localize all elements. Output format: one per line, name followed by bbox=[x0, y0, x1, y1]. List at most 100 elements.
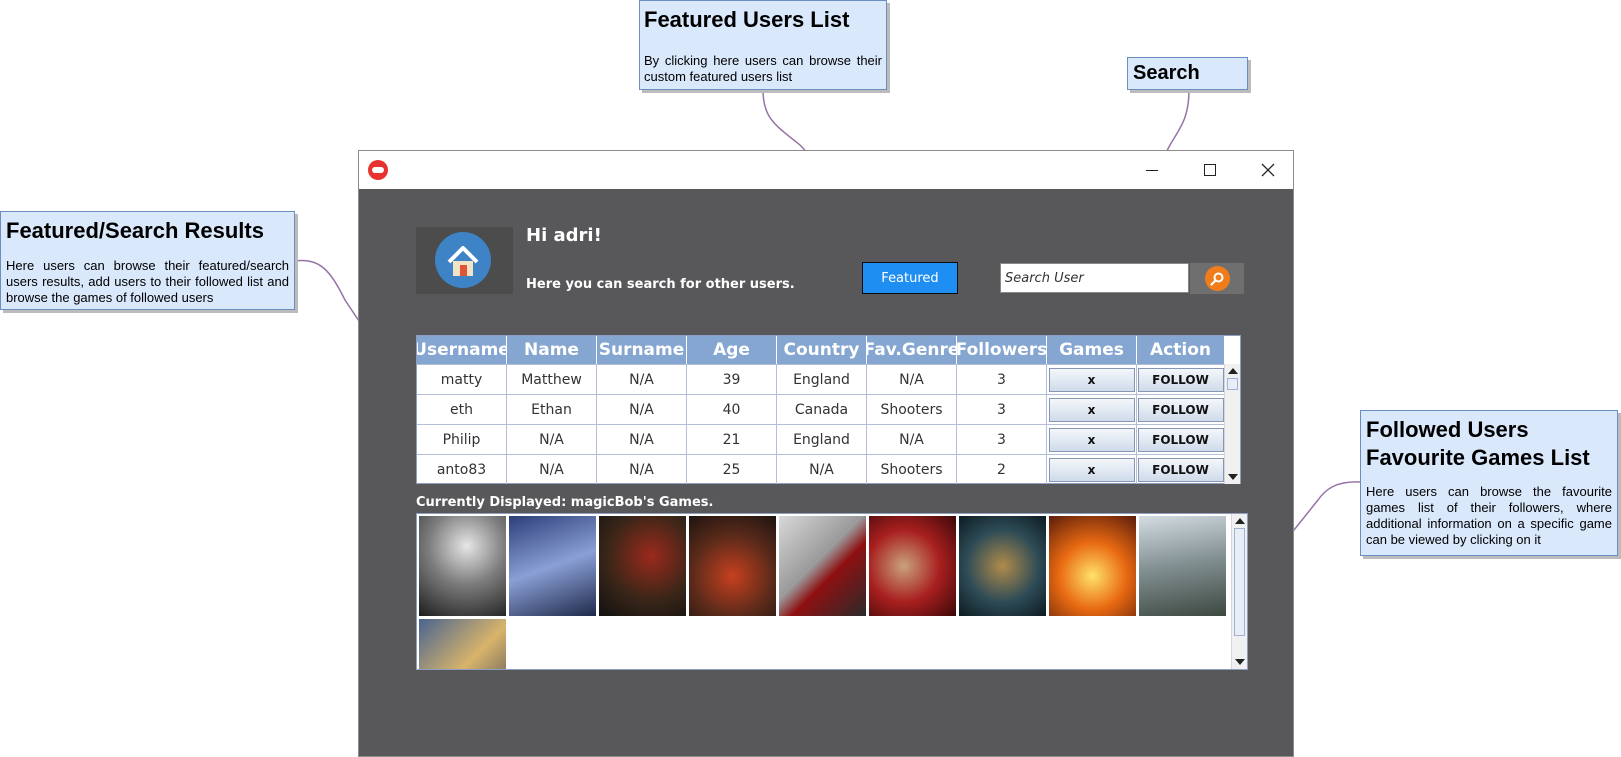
column-header[interactable]: Fav.Genre bbox=[867, 336, 957, 364]
cell-action: FOLLOW bbox=[1137, 455, 1225, 484]
cell-followers: 3 bbox=[957, 365, 1047, 394]
greeting-text: Hi adri! bbox=[526, 225, 602, 246]
cell-games: x bbox=[1047, 425, 1137, 454]
games-scroll-thumb[interactable] bbox=[1234, 528, 1245, 636]
cell-surname: N/A bbox=[597, 425, 687, 454]
cell-surname: N/A bbox=[597, 455, 687, 484]
minimize-button[interactable] bbox=[1127, 151, 1177, 189]
game-tile[interactable] bbox=[599, 516, 686, 616]
column-header[interactable]: Surname bbox=[597, 336, 687, 364]
cell-followers: 3 bbox=[957, 425, 1047, 454]
maximize-icon bbox=[1204, 164, 1216, 176]
column-header[interactable]: Action bbox=[1137, 336, 1225, 364]
title-bar[interactable] bbox=[359, 151, 1293, 189]
table-row[interactable]: matty Matthew N/A 39 England N/A 3 x FOL… bbox=[417, 364, 1240, 394]
cell-username: Philip bbox=[417, 425, 507, 454]
search-button[interactable] bbox=[1190, 263, 1244, 294]
cell-action: FOLLOW bbox=[1137, 395, 1225, 424]
callout-search-results: Featured/Search Results Here users can b… bbox=[0, 211, 295, 310]
users-table: Username Name Surname Age Country Fav.Ge… bbox=[416, 335, 1241, 484]
cell-followers: 3 bbox=[957, 395, 1047, 424]
close-icon bbox=[1261, 163, 1275, 177]
game-tile[interactable] bbox=[1139, 516, 1226, 616]
callout-search-box: Search Box bbox=[1127, 57, 1248, 90]
cell-surname: N/A bbox=[597, 365, 687, 394]
gamepad-icon bbox=[368, 160, 388, 180]
search-icon bbox=[1204, 266, 1230, 291]
follow-button[interactable]: FOLLOW bbox=[1137, 427, 1224, 452]
games-caption: Currently Displayed: magicBob's Games. bbox=[416, 495, 714, 510]
cell-country: Canada bbox=[777, 395, 867, 424]
games-scrollbar[interactable] bbox=[1231, 514, 1247, 669]
table-row[interactable]: Philip N/A N/A 21 England N/A 3 x FOLLOW bbox=[417, 424, 1240, 454]
column-header[interactable]: Country bbox=[777, 336, 867, 364]
column-header[interactable]: Age bbox=[687, 336, 777, 364]
cell-username: matty bbox=[417, 365, 507, 394]
callout-featured-users: Featured Users List By clicking here use… bbox=[639, 0, 887, 90]
cell-name: N/A bbox=[507, 455, 597, 484]
close-button[interactable] bbox=[1243, 151, 1293, 189]
callout-followed-title-1: Followed Users bbox=[1366, 417, 1529, 442]
home-icon bbox=[435, 232, 491, 288]
view-games-button[interactable]: x bbox=[1048, 427, 1135, 452]
cell-games: x bbox=[1047, 455, 1137, 484]
search-instructions: Here you can search for other users. bbox=[526, 277, 795, 292]
cell-action: FOLLOW bbox=[1137, 365, 1225, 394]
cell-country: N/A bbox=[777, 455, 867, 484]
game-tile[interactable] bbox=[419, 619, 506, 669]
cell-genre: N/A bbox=[867, 365, 957, 394]
game-tile[interactable] bbox=[1049, 516, 1136, 616]
maximize-button[interactable] bbox=[1185, 151, 1235, 189]
scroll-down-icon[interactable] bbox=[1228, 474, 1238, 480]
callout-followed-title-2: Favourite Games List bbox=[1366, 445, 1590, 470]
cell-genre: Shooters bbox=[867, 455, 957, 484]
column-header[interactable]: Followers bbox=[957, 336, 1047, 364]
column-header[interactable]: Games bbox=[1047, 336, 1137, 364]
scroll-up-icon[interactable] bbox=[1235, 518, 1245, 524]
cell-age: 21 bbox=[687, 425, 777, 454]
minimize-icon bbox=[1146, 169, 1158, 171]
view-games-button[interactable]: x bbox=[1048, 457, 1135, 482]
callout-search-title: Search Box bbox=[1133, 62, 1200, 89]
view-games-button[interactable]: x bbox=[1048, 367, 1135, 392]
scroll-up-icon[interactable] bbox=[1228, 368, 1238, 374]
game-tile[interactable] bbox=[419, 516, 506, 616]
search-input[interactable] bbox=[1000, 263, 1189, 293]
callout-followed-games: Followed Users Favourite Games List Here… bbox=[1360, 410, 1618, 556]
cell-age: 40 bbox=[687, 395, 777, 424]
cell-followers: 2 bbox=[957, 455, 1047, 484]
follow-button[interactable]: FOLLOW bbox=[1137, 397, 1224, 422]
callout-featured-body: By clicking here users can browse their … bbox=[644, 53, 882, 84]
cell-surname: N/A bbox=[597, 395, 687, 424]
cell-genre: N/A bbox=[867, 425, 957, 454]
follow-button[interactable]: FOLLOW bbox=[1137, 367, 1224, 392]
cell-games: x bbox=[1047, 395, 1137, 424]
view-games-button[interactable]: x bbox=[1048, 397, 1135, 422]
follow-button[interactable]: FOLLOW bbox=[1137, 457, 1224, 482]
table-scroll-thumb[interactable] bbox=[1227, 378, 1238, 390]
table-scrollbar[interactable] bbox=[1224, 364, 1240, 484]
cell-age: 39 bbox=[687, 365, 777, 394]
table-row[interactable]: eth Ethan N/A 40 Canada Shooters 3 x FOL… bbox=[417, 394, 1240, 424]
games-grid bbox=[416, 513, 1248, 670]
home-button[interactable] bbox=[416, 227, 513, 294]
game-tile[interactable] bbox=[869, 516, 956, 616]
game-tile[interactable] bbox=[689, 516, 776, 616]
game-tile[interactable] bbox=[779, 516, 866, 616]
table-row[interactable]: anto83 N/A N/A 25 N/A Shooters 2 x FOLLO… bbox=[417, 454, 1240, 484]
cell-username: anto83 bbox=[417, 455, 507, 484]
cell-action: FOLLOW bbox=[1137, 425, 1225, 454]
cell-country: England bbox=[777, 425, 867, 454]
column-header[interactable]: Username bbox=[417, 336, 507, 364]
game-tile[interactable] bbox=[509, 516, 596, 616]
cell-country: England bbox=[777, 365, 867, 394]
cell-age: 25 bbox=[687, 455, 777, 484]
cell-genre: Shooters bbox=[867, 395, 957, 424]
callout-followed-body: Here users can browse the favourite game… bbox=[1366, 484, 1612, 547]
cell-name: N/A bbox=[507, 425, 597, 454]
game-tile[interactable] bbox=[959, 516, 1046, 616]
scroll-down-icon[interactable] bbox=[1235, 659, 1245, 665]
column-header[interactable]: Name bbox=[507, 336, 597, 364]
table-header: Username Name Surname Age Country Fav.Ge… bbox=[417, 336, 1240, 364]
featured-button[interactable]: Featured bbox=[862, 262, 958, 294]
